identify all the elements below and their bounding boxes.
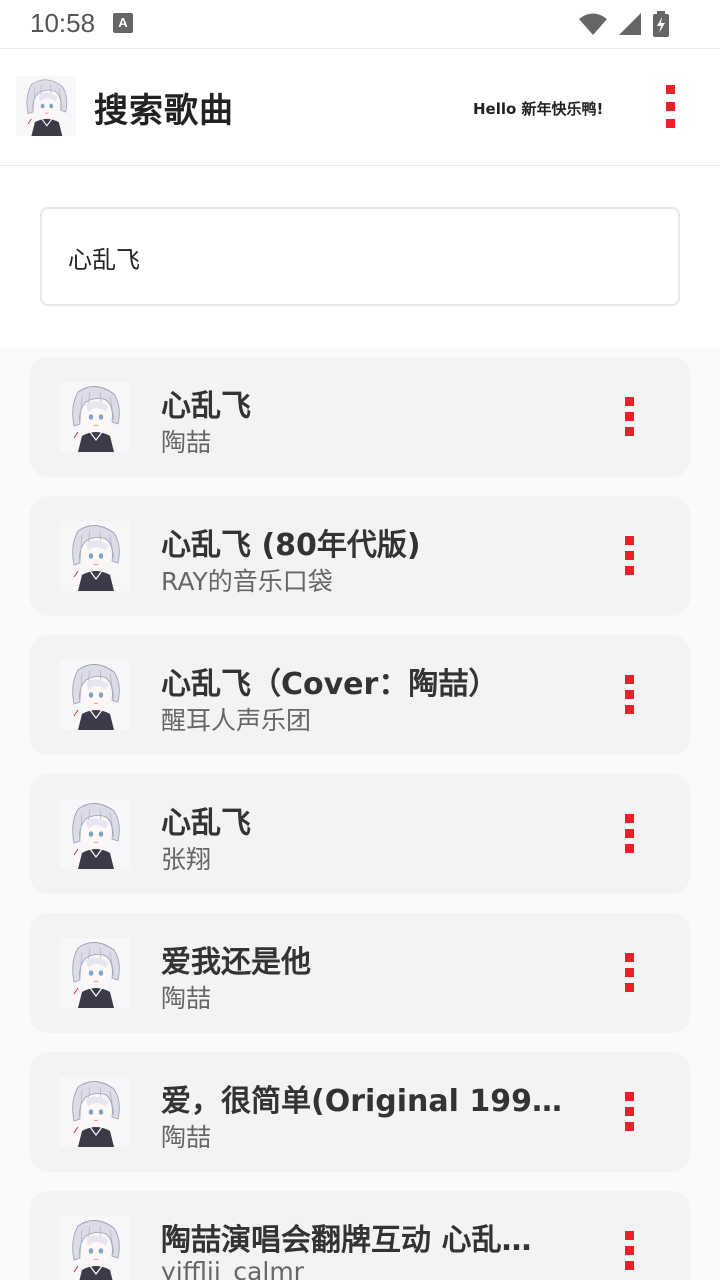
results-list: 心乱飞 陶喆 心乱飞 (80年代版) RAY的音乐口袋 心乱飞（Cover：陶喆… [0, 348, 720, 1280]
list-item[interactable]: 心乱飞 张翔 [30, 774, 690, 894]
search-input[interactable] [68, 239, 628, 275]
list-item[interactable]: 爱我还是他 陶喆 [30, 913, 690, 1033]
album-cover [60, 382, 130, 452]
song-title: 心乱飞 (80年代版) [161, 528, 421, 563]
song-title: 爱，很简单(Original 1993… [161, 1084, 571, 1119]
song-title: 爱我还是他 [161, 945, 311, 980]
song-artist: 张翔 [161, 845, 212, 874]
more-options-icon[interactable] [620, 814, 640, 854]
battery-charging-icon [653, 11, 669, 37]
search-area [0, 166, 720, 348]
list-item[interactable]: 心乱飞 陶喆 [30, 357, 690, 477]
more-options-icon[interactable] [620, 953, 640, 993]
album-cover [60, 938, 130, 1008]
more-options-icon[interactable] [620, 1092, 640, 1132]
avatar[interactable] [16, 76, 76, 136]
song-title: 心乱飞 [161, 389, 251, 424]
list-item[interactable]: 心乱飞（Cover：陶喆） 醒耳人声乐团 [30, 635, 690, 755]
song-title: 心乱飞 [161, 806, 251, 841]
cell-signal-icon [619, 13, 641, 35]
song-artist: 陶喆 [161, 984, 212, 1013]
list-item[interactable]: 爱，很简单(Original 1993… 陶喆 [30, 1052, 690, 1172]
page-title: 搜索歌曲 [94, 91, 234, 131]
song-artist: yifflii_calmr [161, 1257, 304, 1280]
notification-a-icon: A [113, 13, 133, 33]
search-box[interactable] [40, 207, 680, 306]
album-cover [60, 1077, 130, 1147]
more-options-icon[interactable] [620, 1231, 640, 1271]
greeting-text: Hello 新年快乐鸭! [473, 100, 604, 118]
status-bar: 10:58 A [0, 0, 720, 48]
status-time: 10:58 [30, 8, 96, 38]
status-icons [578, 10, 670, 38]
song-artist: 陶喆 [161, 428, 212, 457]
album-cover [60, 1216, 130, 1280]
album-cover [60, 521, 130, 591]
song-artist: RAY的音乐口袋 [161, 567, 333, 596]
album-cover [60, 660, 130, 730]
song-artist: 陶喆 [161, 1123, 212, 1152]
list-item[interactable]: 陶喆演唱会翻牌互动 心乱… yifflii_calmr [30, 1191, 690, 1280]
album-cover [60, 799, 130, 869]
more-options-icon[interactable] [620, 536, 640, 576]
song-artist: 醒耳人声乐团 [161, 706, 312, 735]
song-title: 心乱飞（Cover：陶喆） [161, 667, 499, 702]
song-title: 陶喆演唱会翻牌互动 心乱… [161, 1223, 532, 1258]
more-options-icon[interactable] [620, 675, 640, 715]
more-options-icon[interactable] [620, 397, 640, 437]
more-options-icon[interactable] [658, 85, 684, 129]
list-item[interactable]: 心乱飞 (80年代版) RAY的音乐口袋 [30, 496, 690, 616]
wifi-icon [579, 13, 607, 35]
app-bar: 搜索歌曲 Hello 新年快乐鸭! [0, 48, 720, 166]
